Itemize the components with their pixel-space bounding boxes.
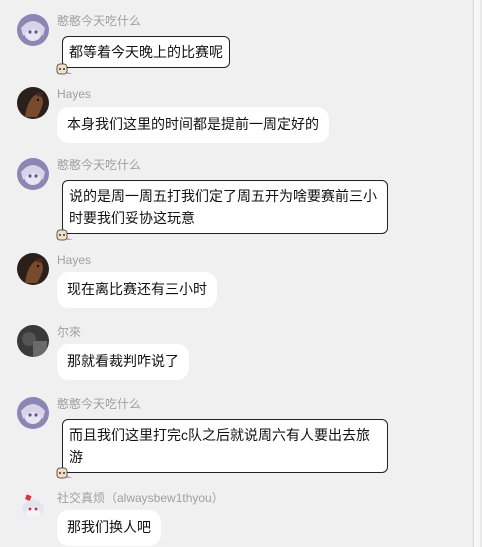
scrollbar[interactable] [472,0,482,547]
chat-message-list: 憨憨今天吃什么 都等着今天晚上的比赛呢 Hayes 本身我们这里的时间都是提前一… [0,0,472,547]
message-bubble[interactable]: 而且我们这里打完c队之后就说周六有人要出去旅 游 [62,419,388,473]
message-bubble[interactable]: 现在离比赛还有三小时 [57,272,217,308]
message-line: 游 [69,449,83,465]
horse-avatar[interactable] [17,87,49,119]
message-line: 而且我们这里打完c队之后就说周六有人要出去旅 [69,427,370,443]
horse-avatar[interactable] [17,253,49,285]
message-line: 时要我们妥协这玩意 [69,210,195,226]
sender-name: Hayes [57,253,92,267]
message-bubble[interactable]: 那就看裁判咋说了 [57,344,189,380]
bubble-decoration-icon [55,228,77,242]
message-line: 说的是周一周五打我们定了周五开为啥要赛前三小 [69,188,377,204]
message-bubble[interactable]: 都等着今天晚上的比赛呢 [62,36,230,68]
sender-name: 憨憨今天吃什么 [57,158,142,172]
bubble-decoration-icon [55,62,77,76]
bubble-decoration-icon [55,466,77,480]
sender-name: 憨憨今天吃什么 [57,14,142,28]
sender-name: 憨憨今天吃什么 [57,397,142,411]
anime-girl-avatar[interactable] [17,158,49,190]
anime-girl-avatar[interactable] [17,14,49,46]
sender-name: 尔來 [57,325,82,339]
message-bubble[interactable]: 说的是周一周五打我们定了周五开为啥要赛前三小 时要我们妥协这玩意 [62,180,388,234]
white-hair-girl-avatar[interactable] [17,491,49,523]
message-bubble[interactable]: 本身我们这里的时间都是提前一周定好的 [57,107,329,143]
scrollbar-thumb[interactable] [473,0,480,547]
sender-name: Hayes [57,87,92,101]
sender-name: 社交真烦（alwaysbew1thyou） [57,491,224,505]
anime-girl-avatar[interactable] [17,397,49,429]
dark-photo-avatar[interactable] [17,325,49,357]
message-bubble[interactable]: 那我们换人吧 [57,510,161,546]
